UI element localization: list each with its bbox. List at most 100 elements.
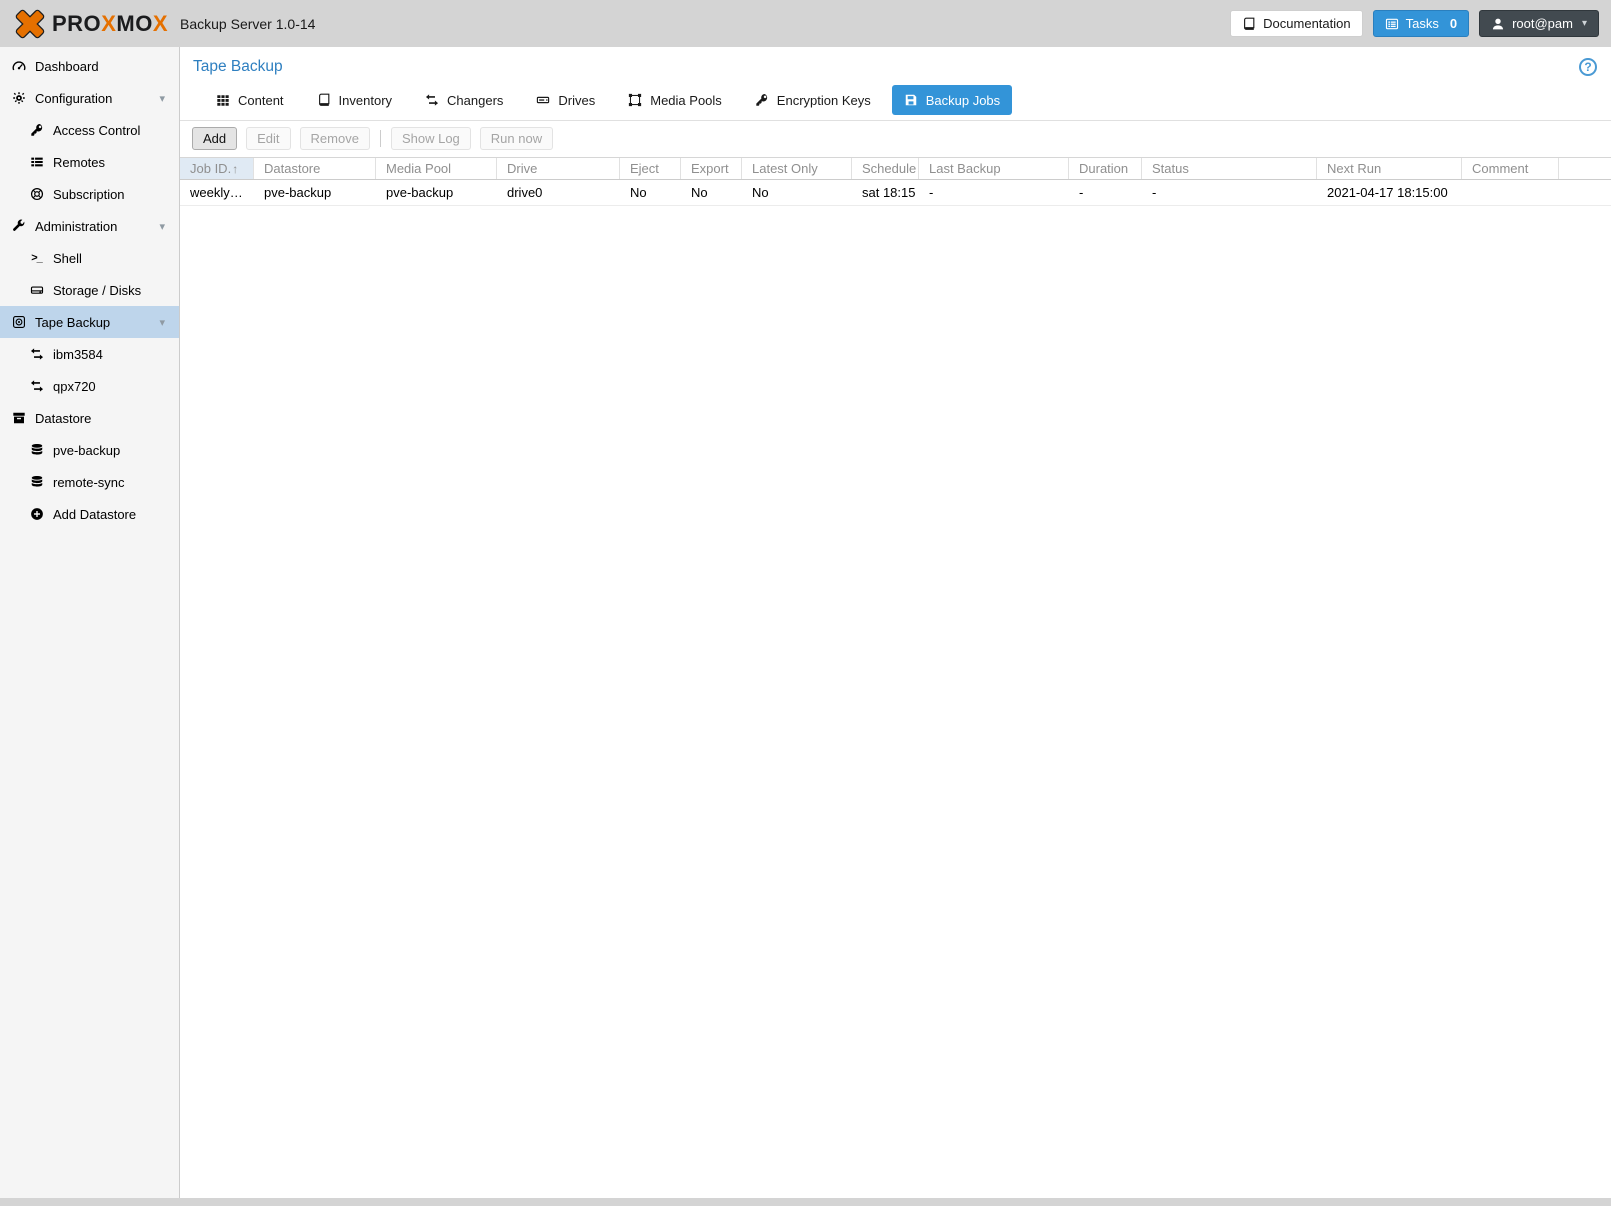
gears-icon: [10, 91, 27, 105]
support-icon: [28, 187, 45, 201]
show-log-button[interactable]: Show Log: [390, 127, 471, 150]
column-label: Media Pool: [386, 161, 452, 176]
dashboard-icon: [10, 59, 27, 73]
key-icon: [755, 93, 769, 107]
book-icon: [317, 93, 331, 107]
sort-asc-icon: ↑: [232, 161, 239, 176]
proxmox-x-icon: [12, 8, 48, 40]
product-name: Backup Server 1.0-14: [180, 15, 316, 32]
edit-button[interactable]: Edit: [246, 127, 291, 150]
sidebar-item-label: Dashboard: [35, 58, 99, 74]
tab-inventory[interactable]: Inventory: [305, 85, 404, 115]
column-label: Drive: [507, 161, 538, 176]
sidebar: Dashboard Configuration ▾ Access Control Rem…: [0, 47, 180, 1198]
tab-media-pools[interactable]: Media Pools: [616, 85, 734, 115]
sidebar-item-add-datastore[interactable]: Add Datastore: [0, 498, 179, 530]
database-icon: [28, 475, 45, 489]
sidebar-item-ibm3584[interactable]: ibm3584: [0, 338, 179, 370]
sidebar-item-label: Add Datastore: [53, 506, 137, 522]
sidebar-item-label: qpx720: [53, 378, 96, 394]
floppy-icon: [904, 93, 918, 107]
terminal-icon: >_: [31, 252, 43, 264]
sidebar-item-label: ibm3584: [53, 346, 103, 362]
cell-schedule: sat 18:15: [862, 185, 916, 200]
sidebar-item-remotes[interactable]: Remotes: [0, 146, 179, 178]
list-icon: [28, 155, 45, 169]
sidebar-item-configuration[interactable]: Configuration ▾: [0, 82, 179, 114]
tab-label: Content: [238, 92, 284, 108]
cell-next-run: 2021-04-17 18:15:00: [1327, 185, 1448, 200]
column-header-drive[interactable]: Drive: [497, 158, 620, 179]
tab-label: Encryption Keys: [776, 92, 871, 108]
chevron-down-icon: ▾: [1581, 18, 1587, 29]
main-panel: Tape Backup ? Content Inventory Changers Dr…: [180, 47, 1611, 1198]
sidebar-item-label: Subscription: [53, 186, 125, 202]
tab-changers[interactable]: Changers: [413, 85, 515, 115]
sidebar-item-storage-disks[interactable]: Storage / Disks: [0, 274, 179, 306]
sidebar-item-datastore[interactable]: Datastore: [0, 402, 179, 434]
tab-drives[interactable]: Drives: [524, 85, 607, 115]
sidebar-item-remote-sync[interactable]: remote-sync: [0, 466, 179, 498]
column-header-comment[interactable]: Comment: [1462, 158, 1559, 179]
chevron-down-icon[interactable]: ▾: [159, 316, 165, 329]
column-header-media-pool[interactable]: Media Pool: [376, 158, 497, 179]
tab-encryption-keys[interactable]: Encryption Keys: [743, 85, 883, 115]
help-button[interactable]: ?: [1579, 58, 1597, 76]
column-header-eject[interactable]: Eject: [620, 158, 681, 179]
sidebar-item-administration[interactable]: Administration ▾: [0, 210, 179, 242]
column-header-job-id[interactable]: Job ID. ↑: [180, 158, 254, 179]
remove-button[interactable]: Remove: [299, 127, 370, 150]
column-header-schedule[interactable]: Schedule: [852, 158, 919, 179]
column-header-next-run[interactable]: Next Run: [1317, 158, 1462, 179]
column-label: Export: [691, 161, 729, 176]
sidebar-item-tape-backup[interactable]: Tape Backup ▾: [0, 306, 179, 338]
tab-label: Media Pools: [650, 92, 722, 108]
sidebar-item-pve-backup[interactable]: pve-backup: [0, 434, 179, 466]
logo-letter: PRO: [52, 10, 102, 36]
cell-export: No: [691, 185, 708, 200]
sidebar-item-label: remote-sync: [53, 474, 125, 490]
tasks-icon: [1385, 17, 1399, 31]
page-title: Tape Backup: [193, 58, 283, 75]
column-header-latest-only[interactable]: Latest Only: [742, 158, 852, 179]
sidebar-item-label: pve-backup: [53, 442, 121, 458]
column-header-status[interactable]: Status: [1142, 158, 1317, 179]
column-label: Next Run: [1327, 161, 1382, 176]
sidebar-item-access-control[interactable]: Access Control: [0, 114, 179, 146]
table-header: Job ID. ↑ Datastore Media Pool Drive Eject Exp…: [180, 157, 1611, 180]
database-icon: [28, 443, 45, 457]
column-header-export[interactable]: Export: [681, 158, 742, 179]
cell-duration: -: [1079, 185, 1084, 200]
column-header-duration[interactable]: Duration: [1069, 158, 1142, 179]
tab-label: Inventory: [338, 92, 393, 108]
column-header-datastore[interactable]: Datastore: [254, 158, 376, 179]
column-label: Last Backup: [929, 161, 1001, 176]
sidebar-item-shell[interactable]: >_ Shell: [0, 242, 179, 274]
user-menu-button[interactable]: root@pam ▾: [1479, 10, 1599, 37]
run-now-button[interactable]: Run now: [479, 127, 554, 150]
column-label: Eject: [630, 161, 659, 176]
key-icon: [28, 123, 45, 137]
column-label: Comment: [1472, 161, 1529, 176]
table-row[interactable]: weekly… pve-backup pve-backup drive0 No No No s…: [180, 180, 1611, 206]
chevron-down-icon[interactable]: ▾: [159, 92, 165, 105]
tasks-button[interactable]: Tasks 0: [1372, 10, 1470, 37]
tab-content[interactable]: Content: [204, 85, 296, 115]
tab-label: Backup Jobs: [925, 92, 1001, 108]
sidebar-item-label: Storage / Disks: [53, 282, 142, 298]
sidebar-item-label: Administration: [35, 218, 118, 234]
book-icon: [1242, 17, 1256, 31]
sidebar-item-subscription[interactable]: Subscription: [0, 178, 179, 210]
sidebar-item-label: Remotes: [53, 154, 106, 170]
drive-icon: [536, 93, 550, 107]
tasks-label: Tasks: [1405, 16, 1439, 31]
proxmox-logo: PRO X MO X: [12, 8, 168, 40]
chevron-down-icon[interactable]: ▾: [159, 220, 165, 233]
add-button[interactable]: Add: [192, 127, 238, 150]
column-label: Schedule: [862, 161, 917, 176]
sidebar-item-qpx720[interactable]: qpx720: [0, 370, 179, 402]
column-header-last-backup[interactable]: Last Backup: [919, 158, 1069, 179]
sidebar-item-dashboard[interactable]: Dashboard: [0, 50, 179, 82]
tab-backup-jobs[interactable]: Backup Jobs: [891, 85, 1013, 115]
documentation-button[interactable]: Documentation: [1230, 10, 1363, 37]
